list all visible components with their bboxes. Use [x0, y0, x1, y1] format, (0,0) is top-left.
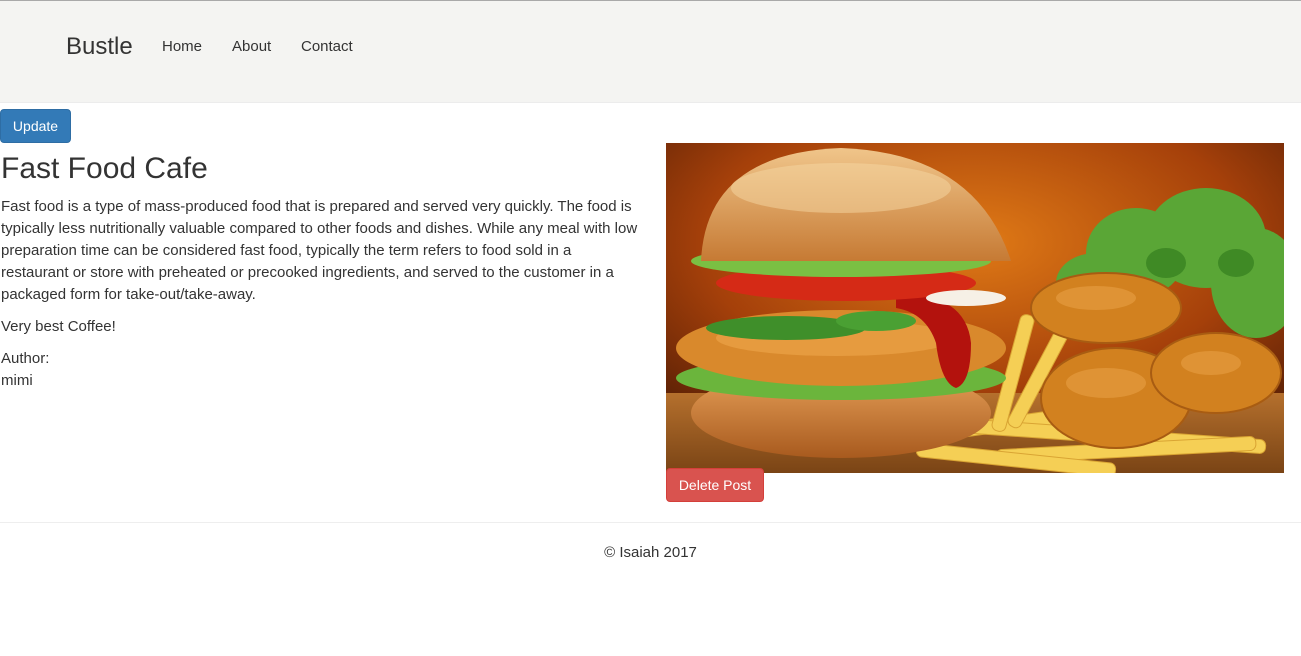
- nav-home-link[interactable]: Home: [162, 38, 202, 55]
- nav-about-link[interactable]: About: [232, 38, 271, 55]
- footer-divider: [0, 522, 1301, 523]
- post-title: Fast Food Cafe: [1, 152, 208, 185]
- navbar: Bustle Home About Contact: [0, 1, 1301, 103]
- footer-copyright: © Isaiah 2017: [604, 544, 697, 561]
- post-tagline: Very best Coffee!: [1, 318, 116, 335]
- author-label: Author:: [1, 350, 50, 367]
- post-description: Fast food is a type of mass-produced foo…: [1, 198, 638, 303]
- nav-contact-link[interactable]: Contact: [301, 38, 353, 55]
- delete-post-button[interactable]: Delete Post: [666, 468, 764, 502]
- brand-logo[interactable]: Bustle: [66, 33, 133, 61]
- update-button[interactable]: Update: [0, 109, 71, 143]
- post-image: [666, 143, 1284, 473]
- author-name: mimi: [1, 372, 33, 389]
